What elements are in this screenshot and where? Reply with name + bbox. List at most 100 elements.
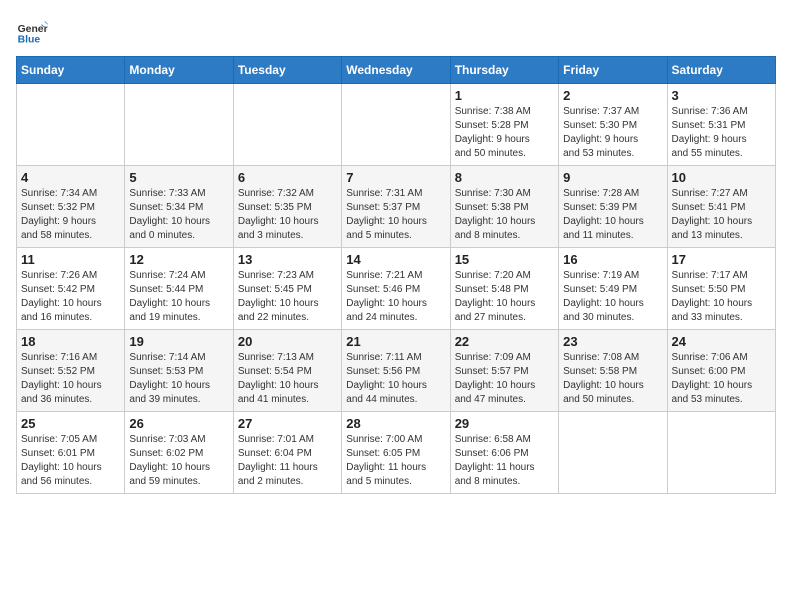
day-info: Sunrise: 7:27 AM Sunset: 5:41 PM Dayligh… xyxy=(672,187,771,243)
day-cell: 27 Sunrise: 7:01 AM Sunset: 6:04 PM Dayli… xyxy=(233,412,341,494)
day-cell: 5Sunrise: 7:33 AM Sunset: 5:34 PM Daylig… xyxy=(125,166,233,248)
day-info: Sunrise: 7:17 AM Sunset: 5:50 PM Dayligh… xyxy=(672,269,771,325)
day-info: Sunrise: 7:03 AM Sunset: 6:02 PM Dayligh… xyxy=(129,433,228,489)
day-cell: 14 Sunrise: 7:21 AM Sunset: 5:46 PM Dayli… xyxy=(342,248,450,330)
day-info: Sunrise: 7:20 AM Sunset: 5:48 PM Dayligh… xyxy=(455,269,554,325)
day-number: 16 xyxy=(563,252,662,267)
logo-icon: General Blue xyxy=(16,16,48,48)
day-info: Sunrise: 7:06 AM Sunset: 6:00 PM Dayligh… xyxy=(672,351,771,407)
day-cell: 15 Sunrise: 7:20 AM Sunset: 5:48 PM Dayli… xyxy=(450,248,558,330)
day-number: 25 xyxy=(21,416,120,431)
day-cell xyxy=(559,412,667,494)
day-info: Sunrise: 7:31 AM Sunset: 5:37 PM Dayligh… xyxy=(346,187,445,243)
svg-text:General: General xyxy=(18,24,48,35)
day-cell: 6 Sunrise: 7:32 AM Sunset: 5:35 PM Daylig… xyxy=(233,166,341,248)
day-info: Sunrise: 7:09 AM Sunset: 5:57 PM Dayligh… xyxy=(455,351,554,407)
day-cell: 17 Sunrise: 7:17 AM Sunset: 5:50 PM Dayli… xyxy=(667,248,775,330)
day-cell: 28 Sunrise: 7:00 AM Sunset: 6:05 PM Dayli… xyxy=(342,412,450,494)
day-number: 20 xyxy=(238,334,337,349)
day-cell xyxy=(17,84,125,166)
day-number: 24 xyxy=(672,334,771,349)
day-cell: 1 Sunrise: 7:38 AM Sunset: 5:28 PM Daylig… xyxy=(450,84,558,166)
day-info: Sunrise: 7:33 AM Sunset: 5:34 PM Dayligh… xyxy=(129,187,228,243)
day-number: 14 xyxy=(346,252,445,267)
day-number: 22 xyxy=(455,334,554,349)
day-cell: 13 Sunrise: 7:23 AM Sunset: 5:45 PM Dayli… xyxy=(233,248,341,330)
day-info: Sunrise: 7:11 AM Sunset: 5:56 PM Dayligh… xyxy=(346,351,445,407)
day-cell xyxy=(342,84,450,166)
day-number: 7 xyxy=(346,170,445,185)
day-info: Sunrise: 7:26 AM Sunset: 5:42 PM Dayligh… xyxy=(21,269,120,325)
day-number: 27 xyxy=(238,416,337,431)
day-info: Sunrise: 7:34 AM Sunset: 5:32 PM Dayligh… xyxy=(21,187,120,243)
day-number: 28 xyxy=(346,416,445,431)
day-cell: 20 Sunrise: 7:13 AM Sunset: 5:54 PM Dayli… xyxy=(233,330,341,412)
day-info: Sunrise: 7:28 AM Sunset: 5:39 PM Dayligh… xyxy=(563,187,662,243)
svg-text:Blue: Blue xyxy=(18,34,41,45)
day-cell: 19 Sunrise: 7:14 AM Sunset: 5:53 PM Dayli… xyxy=(125,330,233,412)
day-number: 12 xyxy=(129,252,228,267)
day-number: 17 xyxy=(672,252,771,267)
day-number: 15 xyxy=(455,252,554,267)
day-info: Sunrise: 7:32 AM Sunset: 5:35 PM Dayligh… xyxy=(238,187,337,243)
day-cell: 4 Sunrise: 7:34 AM Sunset: 5:32 PM Daylig… xyxy=(17,166,125,248)
day-cell: 25 Sunrise: 7:05 AM Sunset: 6:01 PM Dayli… xyxy=(17,412,125,494)
day-cell: 22 Sunrise: 7:09 AM Sunset: 5:57 PM Dayli… xyxy=(450,330,558,412)
weekday-header-row: SundayMondayTuesdayWednesdayThursdayFrid… xyxy=(17,57,776,84)
day-info: Sunrise: 7:00 AM Sunset: 6:05 PM Dayligh… xyxy=(346,433,445,489)
week-row-1: 4 Sunrise: 7:34 AM Sunset: 5:32 PM Daylig… xyxy=(17,166,776,248)
day-cell: 29Sunrise: 6:58 AM Sunset: 6:06 PM Dayli… xyxy=(450,412,558,494)
day-number: 29 xyxy=(455,416,554,431)
day-number: 13 xyxy=(238,252,337,267)
day-cell: 21 Sunrise: 7:11 AM Sunset: 5:56 PM Dayli… xyxy=(342,330,450,412)
day-number: 4 xyxy=(21,170,120,185)
day-cell: 8Sunrise: 7:30 AM Sunset: 5:38 PM Daylig… xyxy=(450,166,558,248)
weekday-header-thursday: Thursday xyxy=(450,57,558,84)
day-info: Sunrise: 7:24 AM Sunset: 5:44 PM Dayligh… xyxy=(129,269,228,325)
weekday-header-tuesday: Tuesday xyxy=(233,57,341,84)
day-info: Sunrise: 7:36 AM Sunset: 5:31 PM Dayligh… xyxy=(672,105,771,161)
day-cell xyxy=(125,84,233,166)
day-info: Sunrise: 7:05 AM Sunset: 6:01 PM Dayligh… xyxy=(21,433,120,489)
weekday-header-friday: Friday xyxy=(559,57,667,84)
weekday-header-sunday: Sunday xyxy=(17,57,125,84)
day-cell xyxy=(667,412,775,494)
day-cell: 23 Sunrise: 7:08 AM Sunset: 5:58 PM Dayli… xyxy=(559,330,667,412)
day-info: Sunrise: 7:21 AM Sunset: 5:46 PM Dayligh… xyxy=(346,269,445,325)
day-number: 2 xyxy=(563,88,662,103)
day-info: Sunrise: 7:13 AM Sunset: 5:54 PM Dayligh… xyxy=(238,351,337,407)
day-info: Sunrise: 7:38 AM Sunset: 5:28 PM Dayligh… xyxy=(455,105,554,161)
day-cell: 11 Sunrise: 7:26 AM Sunset: 5:42 PM Dayli… xyxy=(17,248,125,330)
week-row-3: 18 Sunrise: 7:16 AM Sunset: 5:52 PM Dayli… xyxy=(17,330,776,412)
day-number: 23 xyxy=(563,334,662,349)
day-info: Sunrise: 7:23 AM Sunset: 5:45 PM Dayligh… xyxy=(238,269,337,325)
day-cell: 24 Sunrise: 7:06 AM Sunset: 6:00 PM Dayli… xyxy=(667,330,775,412)
day-cell: 18 Sunrise: 7:16 AM Sunset: 5:52 PM Dayli… xyxy=(17,330,125,412)
week-row-2: 11 Sunrise: 7:26 AM Sunset: 5:42 PM Dayli… xyxy=(17,248,776,330)
day-number: 19 xyxy=(129,334,228,349)
day-info: Sunrise: 7:37 AM Sunset: 5:30 PM Dayligh… xyxy=(563,105,662,161)
week-row-0: 1 Sunrise: 7:38 AM Sunset: 5:28 PM Daylig… xyxy=(17,84,776,166)
day-number: 8 xyxy=(455,170,554,185)
day-number: 1 xyxy=(455,88,554,103)
day-info: Sunrise: 7:08 AM Sunset: 5:58 PM Dayligh… xyxy=(563,351,662,407)
day-number: 9 xyxy=(563,170,662,185)
day-cell: 9 Sunrise: 7:28 AM Sunset: 5:39 PM Daylig… xyxy=(559,166,667,248)
day-cell xyxy=(233,84,341,166)
day-info: Sunrise: 7:14 AM Sunset: 5:53 PM Dayligh… xyxy=(129,351,228,407)
day-number: 18 xyxy=(21,334,120,349)
logo: General Blue xyxy=(16,16,52,48)
day-cell: 26Sunrise: 7:03 AM Sunset: 6:02 PM Dayli… xyxy=(125,412,233,494)
header: General Blue xyxy=(16,16,776,48)
day-cell: 7 Sunrise: 7:31 AM Sunset: 5:37 PM Daylig… xyxy=(342,166,450,248)
day-number: 6 xyxy=(238,170,337,185)
day-info: Sunrise: 7:16 AM Sunset: 5:52 PM Dayligh… xyxy=(21,351,120,407)
day-cell: 3 Sunrise: 7:36 AM Sunset: 5:31 PM Daylig… xyxy=(667,84,775,166)
day-cell: 10Sunrise: 7:27 AM Sunset: 5:41 PM Dayli… xyxy=(667,166,775,248)
day-info: Sunrise: 7:01 AM Sunset: 6:04 PM Dayligh… xyxy=(238,433,337,489)
day-number: 11 xyxy=(21,252,120,267)
day-cell: 12 Sunrise: 7:24 AM Sunset: 5:44 PM Dayli… xyxy=(125,248,233,330)
day-number: 3 xyxy=(672,88,771,103)
weekday-header-monday: Monday xyxy=(125,57,233,84)
day-number: 21 xyxy=(346,334,445,349)
